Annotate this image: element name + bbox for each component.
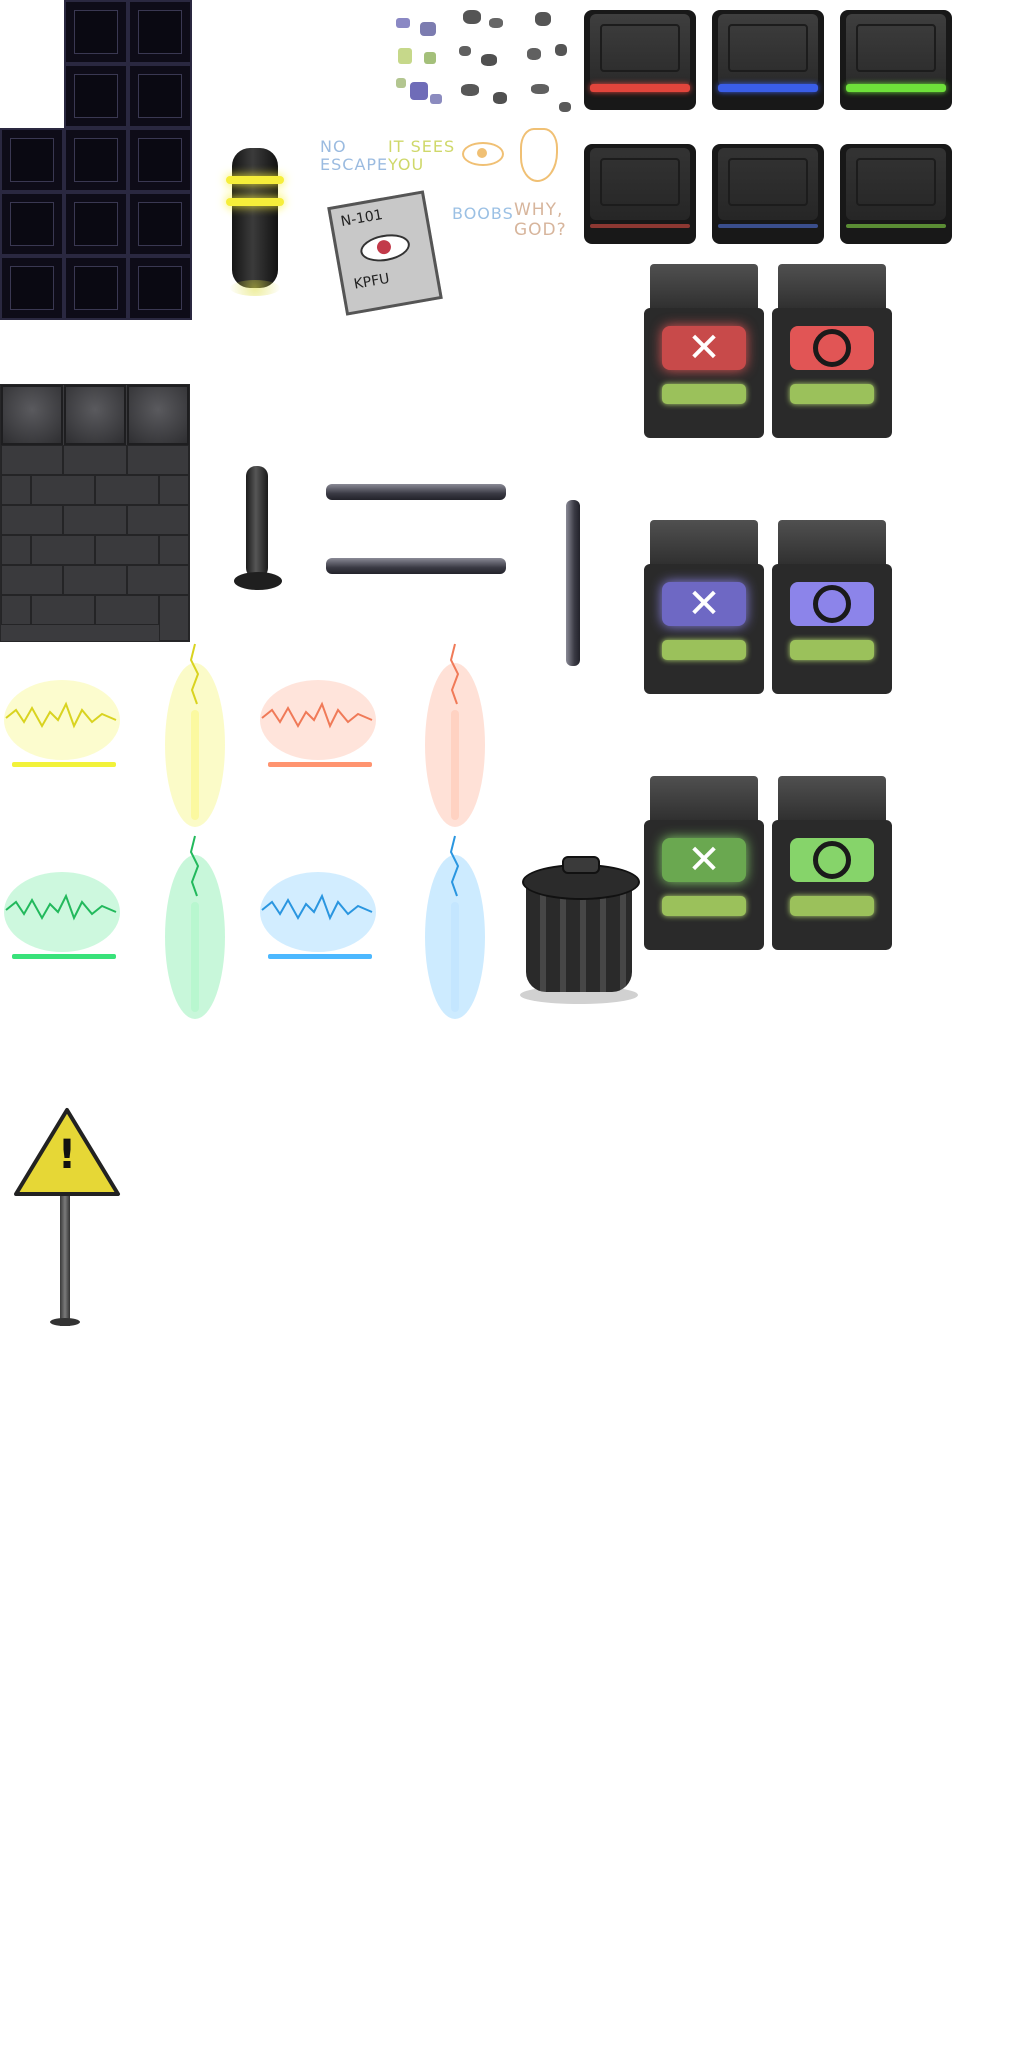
glowing-lamp-post (220, 140, 290, 300)
poster-bottom-text: KPFU (352, 270, 391, 293)
scribble-no-escape: NO ESCAPE (320, 137, 389, 174)
blue-glow-wave (260, 872, 376, 959)
machine-purple-x: ✕ (644, 520, 764, 698)
green-glow-wave (4, 872, 120, 959)
machine-green-x: ✕ (644, 776, 764, 954)
vertical-rail (566, 500, 580, 666)
pressure-button-red-pressed (584, 144, 696, 244)
creepy-poster: N-101 KPFU (327, 190, 443, 316)
horizontal-rail-top (326, 484, 506, 500)
gray-brick-wall (0, 384, 190, 642)
yellow-glow-wave (4, 680, 120, 767)
eye-doodle-icon (462, 142, 504, 166)
scribble-it-sees-you: IT SEES YOU (388, 137, 456, 174)
orange-glow-beam (425, 643, 485, 827)
orange-glow-wave (260, 680, 376, 767)
scribble-boobs: BOOBS (452, 204, 514, 223)
pressure-button-blue-pressed (712, 144, 824, 244)
circle-icon (813, 841, 851, 879)
debris-cluster-gray (455, 8, 575, 118)
circle-icon (813, 329, 851, 367)
poster-top-text: N-101 (339, 206, 384, 231)
blue-glow-beam (425, 835, 485, 1019)
pressure-button-green (840, 10, 952, 110)
exclamation-icon: ! (57, 1132, 77, 1178)
machine-red-o (772, 264, 892, 442)
machine-green-o (772, 776, 892, 954)
trash-can (518, 856, 640, 1006)
circle-icon (813, 585, 851, 623)
yellow-glow-beam (165, 643, 225, 827)
warning-sign: ! (12, 1106, 122, 1328)
nose-doodle-icon (520, 128, 558, 182)
poster-eye-icon (358, 230, 412, 266)
pressure-button-red (584, 10, 696, 110)
metal-bollard (230, 466, 286, 600)
green-glow-beam (165, 835, 225, 1019)
horizontal-rail-bottom (326, 558, 506, 574)
machine-purple-o (772, 520, 892, 698)
machine-red-x: ✕ (644, 264, 764, 442)
scribble-why-god: WHY, GOD? (514, 200, 567, 240)
pressure-button-green-pressed (840, 144, 952, 244)
pressure-button-blue (712, 10, 824, 110)
debris-cluster-colored (390, 8, 450, 118)
